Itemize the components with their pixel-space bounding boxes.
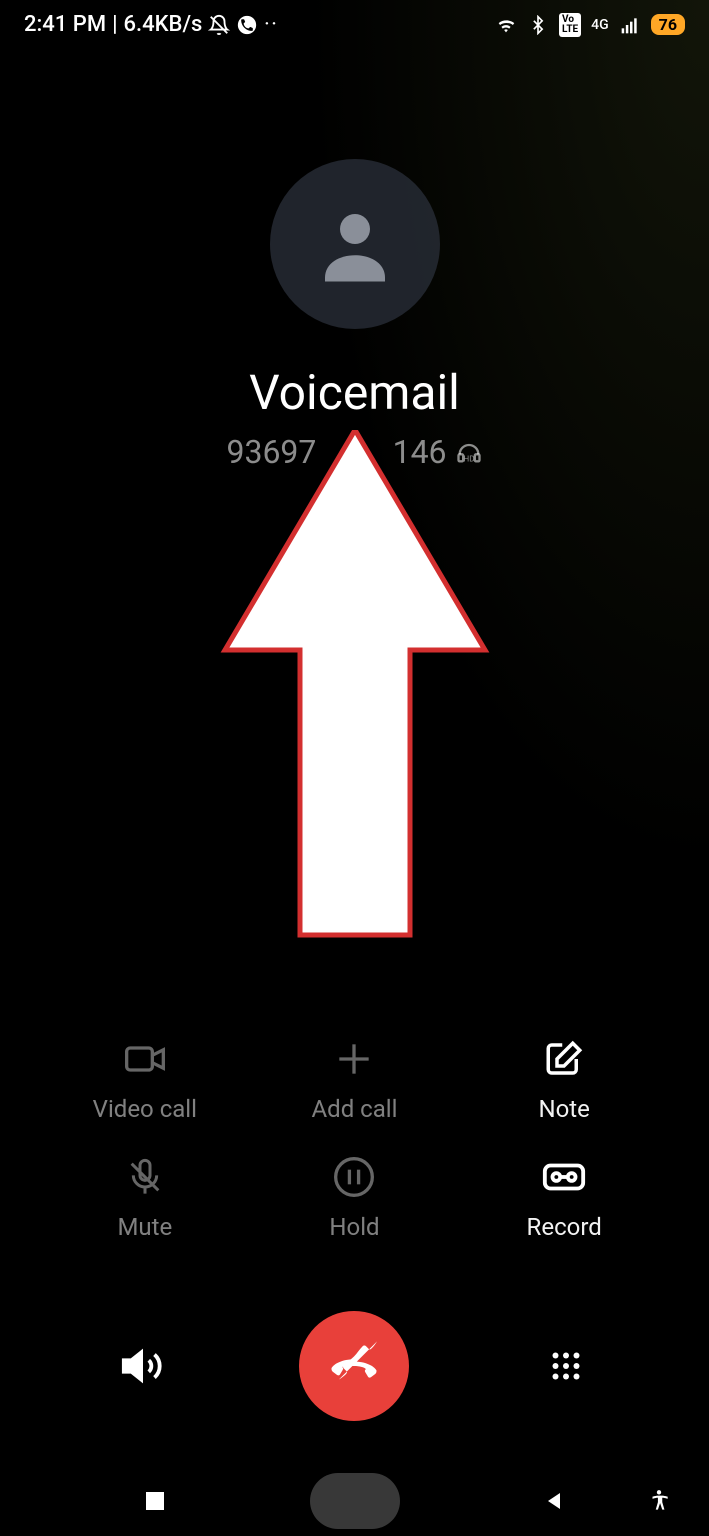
mute-icon (121, 1153, 169, 1201)
navigation-bar (0, 1466, 709, 1536)
battery-indicator: 76 (651, 14, 685, 35)
note-icon (540, 1035, 588, 1083)
hold-label: Hold (329, 1213, 379, 1241)
video-call-button[interactable]: Video call (40, 1035, 250, 1123)
speaker-button[interactable] (113, 1336, 173, 1396)
triangle-back-icon (542, 1489, 566, 1513)
video-call-label: Video call (93, 1095, 197, 1123)
annotation-arrow (215, 430, 495, 964)
accessibility-icon (646, 1488, 672, 1514)
mute-label: Mute (117, 1213, 172, 1241)
end-call-icon (327, 1339, 381, 1393)
status-right: VoLTE 4G 76 (495, 13, 685, 37)
nav-recent-button[interactable] (125, 1489, 185, 1513)
record-icon (540, 1153, 588, 1201)
status-data-rate: 6.4KB/s (124, 12, 203, 37)
hold-icon (330, 1153, 378, 1201)
note-label: Note (538, 1095, 589, 1123)
status-bar: 2:41 PM | 6.4KB/s ·· VoLTE 4G 76 (0, 0, 709, 49)
bottom-actions (0, 1311, 709, 1421)
contact-name: Voicemail (0, 364, 709, 421)
do-not-disturb-icon (208, 14, 230, 36)
nav-accessibility-button[interactable] (629, 1488, 689, 1514)
mute-button[interactable]: Mute (40, 1153, 250, 1241)
status-more-icon: ·· (264, 14, 278, 35)
wifi-icon (495, 14, 517, 36)
status-separator: | (112, 12, 117, 37)
avatar-container (0, 159, 709, 329)
person-icon (310, 199, 400, 289)
contact-avatar (270, 159, 440, 329)
phone-active-icon (236, 14, 258, 36)
nav-back-button[interactable] (524, 1489, 584, 1513)
volte-icon: VoLTE (559, 13, 581, 37)
call-controls: Video call Add call Note Mute Hold Recor… (0, 1035, 709, 1241)
dialpad-button[interactable] (536, 1336, 596, 1396)
record-label: Record (527, 1213, 602, 1241)
plus-icon (330, 1035, 378, 1083)
add-call-button[interactable]: Add call (250, 1035, 460, 1123)
nav-home-button[interactable] (310, 1473, 400, 1529)
hold-button[interactable]: Hold (250, 1153, 460, 1241)
status-time: 2:41 PM (24, 12, 106, 37)
signal-icon (619, 14, 641, 36)
dialpad-icon (548, 1348, 584, 1384)
speaker-icon (120, 1343, 166, 1389)
bluetooth-icon (527, 14, 549, 36)
status-left: 2:41 PM | 6.4KB/s ·· (24, 12, 279, 37)
square-icon (143, 1489, 167, 1513)
note-button[interactable]: Note (459, 1035, 669, 1123)
add-call-label: Add call (312, 1095, 398, 1123)
video-icon (121, 1035, 169, 1083)
end-call-button[interactable] (299, 1311, 409, 1421)
network-type: 4G (591, 17, 609, 33)
record-button[interactable]: Record (459, 1153, 669, 1241)
